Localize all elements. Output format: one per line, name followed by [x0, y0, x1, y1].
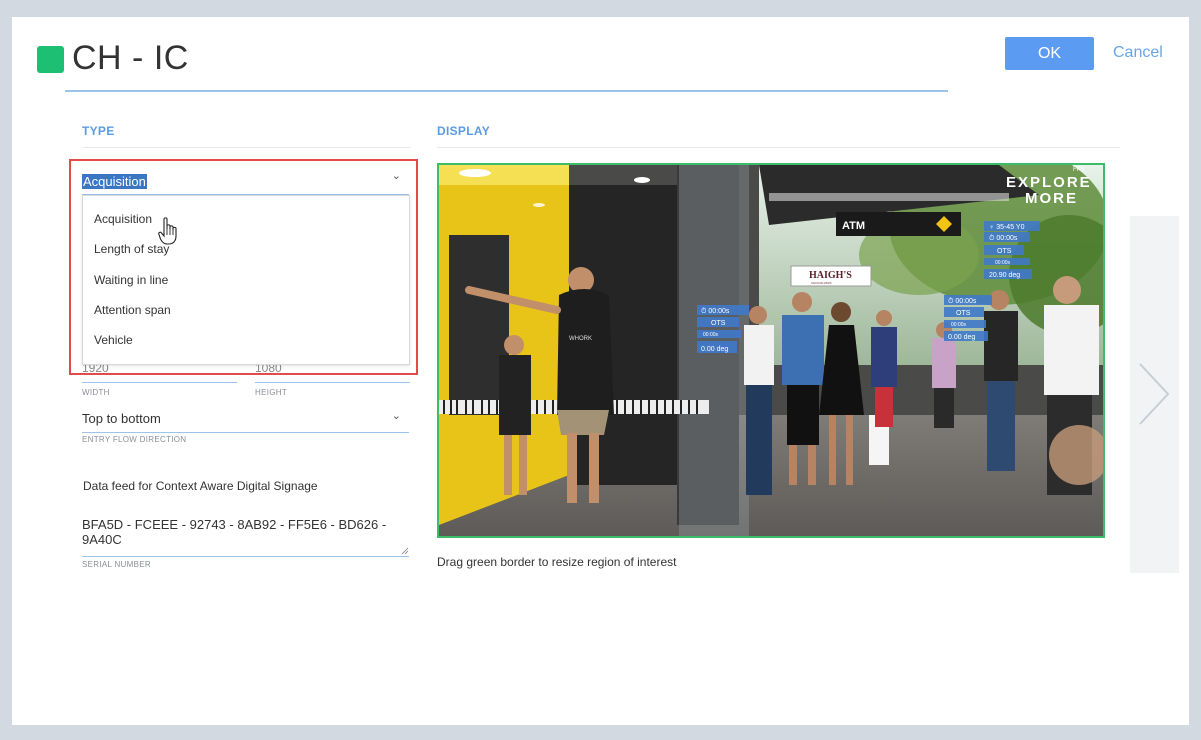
config-dialog: CH - IC OK Cancel TYPE Acquisition ⌄ 192… — [12, 17, 1189, 725]
svg-text:⏱ 00:00s: ⏱ 00:00s — [701, 307, 730, 315]
serial-number-value: BFA5D - FCEEE - 92743 - 8AB92 - FF5E6 - … — [82, 517, 387, 547]
svg-text:OTS: OTS — [956, 310, 971, 317]
title-divider — [65, 90, 948, 92]
height-caption: HEIGHT — [255, 388, 288, 397]
haighs-sub-text: CHOCOLATES — [811, 281, 831, 285]
shirt-text: WHORK — [569, 336, 592, 342]
height-underline — [255, 382, 410, 383]
svg-text:⏱ 00:00s: ⏱ 00:00s — [989, 234, 1018, 242]
svg-text:00:00s: 00:00s — [951, 322, 967, 328]
svg-text:00:00s: 00:00s — [995, 260, 1011, 266]
color-swatch[interactable] — [37, 46, 64, 73]
camera-scene: ATM HAIGH'S CHOCOLATES EXPLORE MORE FPS … — [439, 165, 1103, 536]
type-rule — [82, 147, 410, 148]
svg-text:⏱ 00:00s: ⏱ 00:00s — [948, 297, 977, 305]
camera-preview-roi[interactable]: ATM HAIGH'S CHOCOLATES EXPLORE MORE FPS … — [437, 163, 1105, 538]
chevron-down-icon: ⌄ — [391, 410, 401, 422]
dropdown-highlight-outline — [69, 159, 418, 375]
serial-number-textarea[interactable]: BFA5D - FCEEE - 92743 - 8AB92 - FF5E6 - … — [82, 512, 409, 557]
svg-text:♀ 35-45 Y0: ♀ 35-45 Y0 — [989, 224, 1025, 231]
width-caption: WIDTH — [82, 388, 110, 397]
dialog-title: CH - IC — [72, 39, 189, 77]
svg-text:OTS: OTS — [997, 248, 1012, 255]
chevron-right-icon[interactable] — [1138, 362, 1170, 426]
serial-number-caption: SERIAL NUMBER — [82, 560, 151, 569]
more-text: MORE — [1025, 190, 1078, 207]
display-rule — [437, 147, 1120, 148]
entry-flow-caption: ENTRY FLOW DIRECTION — [82, 435, 187, 444]
data-feed-label: Data feed for Context Aware Digital Sign… — [83, 479, 318, 493]
atm-sign-text: ATM — [842, 220, 865, 232]
resize-handle-icon[interactable] — [401, 547, 409, 555]
cancel-link[interactable]: Cancel — [1113, 44, 1163, 62]
fps-text: FPS — [1073, 167, 1085, 173]
svg-text:20.90 deg: 20.90 deg — [989, 272, 1020, 279]
display-heading: DISPLAY — [437, 124, 491, 138]
svg-text:00:00s: 00:00s — [703, 332, 719, 338]
svg-text:OTS: OTS — [711, 320, 726, 327]
entry-flow-select[interactable]: Top to bottom ⌄ — [82, 407, 409, 433]
ok-button[interactable]: OK — [1005, 37, 1094, 70]
roi-hint: Drag green border to resize region of in… — [437, 555, 677, 569]
type-heading: TYPE — [82, 124, 115, 138]
width-underline — [82, 382, 237, 383]
svg-text:0.00 deg: 0.00 deg — [948, 334, 975, 341]
hand-cursor-icon — [158, 217, 177, 245]
entry-flow-value: Top to bottom — [82, 411, 161, 426]
explore-text: EXPLORE — [1006, 174, 1092, 191]
haighs-sign-text: HAIGH'S — [809, 270, 852, 281]
svg-text:0.00 deg: 0.00 deg — [701, 346, 728, 353]
